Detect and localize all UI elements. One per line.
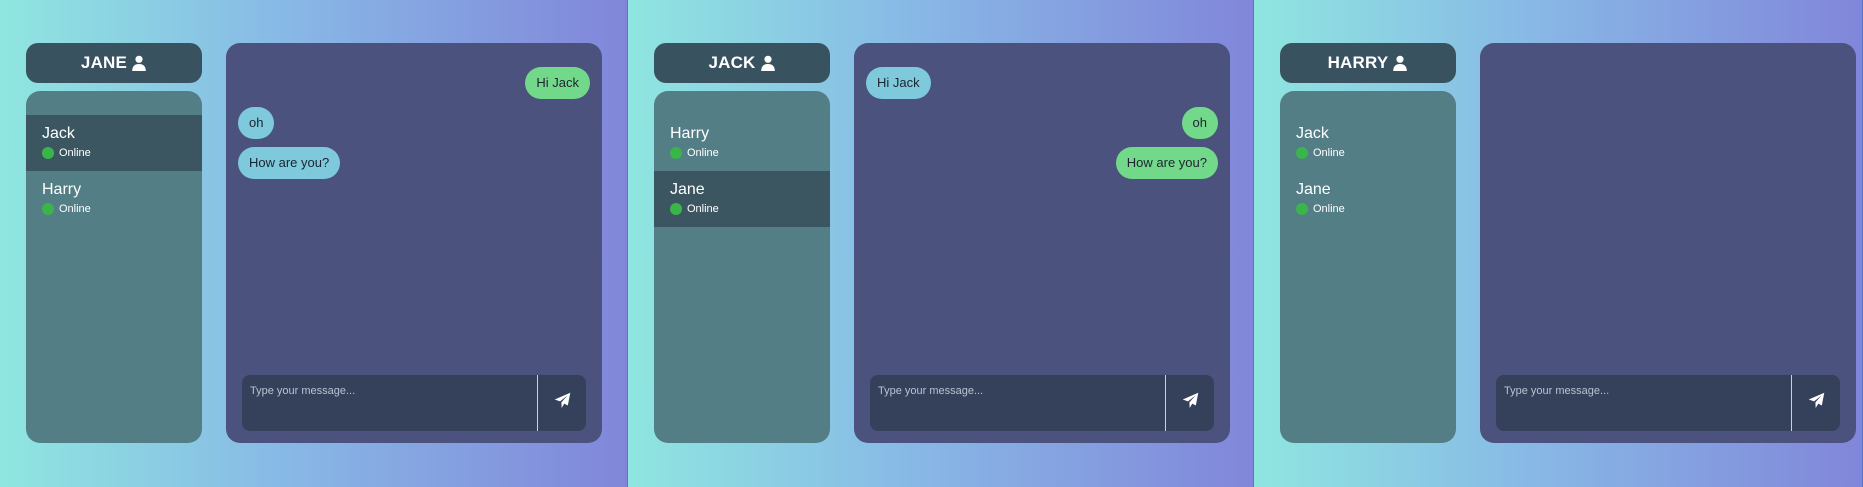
contact-name: Jane — [1296, 181, 1331, 198]
chat-window — [1480, 43, 1856, 443]
online-status-dot — [1296, 203, 1308, 215]
user-header: JACK — [654, 43, 830, 83]
send-button[interactable] — [537, 375, 586, 431]
status-label: Online — [687, 203, 719, 215]
contact-item-harry[interactable]: Harry Online — [654, 115, 830, 171]
message-composer — [1496, 375, 1840, 431]
send-button[interactable] — [1165, 375, 1214, 431]
online-status-dot — [1296, 147, 1308, 159]
user-header: HARRY — [1280, 43, 1456, 83]
contact-list: Jack Online Jane Online — [1280, 91, 1456, 443]
contact-list: Jack Online Harry Online — [26, 91, 202, 443]
chat-window: Hi Jack oh How are you? — [854, 43, 1230, 443]
user-icon — [760, 55, 776, 71]
message-bubble-sent: How are you? — [1115, 147, 1218, 179]
user-header: JANE — [26, 43, 202, 83]
contact-name: Harry — [42, 181, 82, 198]
contact-item-jack[interactable]: Jack Online — [26, 115, 202, 171]
send-button[interactable] — [1791, 375, 1840, 431]
paper-plane-icon — [554, 392, 571, 414]
user-name: JANE — [80, 53, 128, 72]
contact-name: Jane — [670, 181, 705, 198]
contact-item-jack[interactable]: Jack Online — [1280, 115, 1456, 171]
contact-status: Online — [42, 203, 186, 215]
contact-status: Online — [1296, 203, 1440, 215]
message-bubble-received: Hi Jack — [866, 67, 931, 99]
online-status-dot — [670, 147, 682, 159]
contact-name: Jack — [1296, 125, 1329, 142]
online-status-dot — [670, 203, 682, 215]
online-status-dot — [42, 203, 54, 215]
status-label: Online — [59, 203, 91, 215]
paper-plane-icon — [1808, 392, 1825, 414]
message-input[interactable] — [1496, 376, 1791, 406]
contact-status: Online — [42, 147, 186, 159]
status-label: Online — [1313, 147, 1345, 159]
message-input[interactable] — [870, 376, 1165, 406]
contact-status: Online — [670, 203, 814, 215]
user-icon — [1392, 55, 1408, 71]
chat-pane-jack: JACK Harry Online Jane Online Hi Jack oh… — [628, 0, 1254, 487]
message-bubble-received: How are you? — [238, 147, 341, 179]
message-input[interactable] — [242, 376, 537, 406]
message-bubble-received: oh — [238, 107, 275, 139]
status-label: Online — [1313, 203, 1345, 215]
user-name: HARRY — [1327, 53, 1389, 72]
contact-item-harry[interactable]: Harry Online — [26, 171, 202, 227]
user-name: JACK — [708, 53, 756, 72]
chat-window: Hi Jack oh How are you? — [226, 43, 602, 443]
message-bubble-sent: oh — [1181, 107, 1218, 139]
status-label: Online — [687, 147, 719, 159]
contact-item-jane[interactable]: Jane Online — [654, 171, 830, 227]
contact-item-jane[interactable]: Jane Online — [1280, 171, 1456, 227]
contact-list: Harry Online Jane Online — [654, 91, 830, 443]
contact-name: Jack — [42, 125, 75, 142]
message-bubble-sent: Hi Jack — [525, 67, 590, 99]
message-list: Hi Jack oh How are you? — [866, 67, 1218, 187]
status-label: Online — [59, 147, 91, 159]
message-composer — [870, 375, 1214, 431]
message-list: Hi Jack oh How are you? — [238, 67, 590, 187]
online-status-dot — [42, 147, 54, 159]
contact-status: Online — [670, 147, 814, 159]
user-icon — [131, 55, 147, 71]
paper-plane-icon — [1182, 392, 1199, 414]
contact-name: Harry — [670, 125, 710, 142]
chat-pane-harry: HARRY Jack Online Jane Online — [1254, 0, 1863, 487]
contact-status: Online — [1296, 147, 1440, 159]
chat-pane-jane: JANE Jack Online Harry Online Hi Jack oh… — [0, 0, 628, 487]
message-composer — [242, 375, 586, 431]
